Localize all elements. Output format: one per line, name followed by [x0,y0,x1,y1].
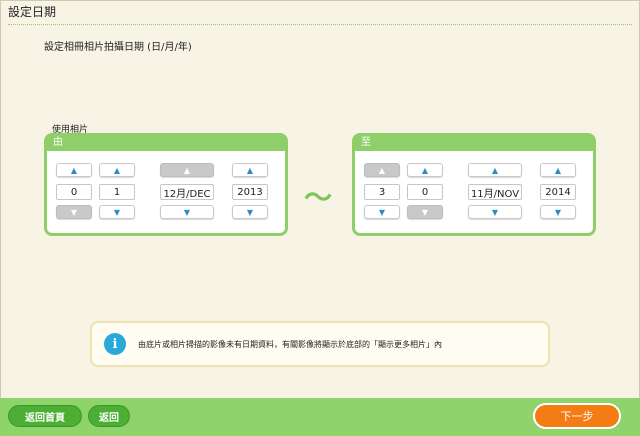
up-arrow-icon: ▲ [70,165,78,175]
to-day2-field[interactable]: 0 [407,184,443,200]
info-icon: i [104,333,126,355]
down-arrow-icon: ▼ [378,207,386,217]
up-arrow-icon: ▲ [421,165,429,175]
from-year-up-button[interactable]: ▲ [232,163,268,177]
to-year-field[interactable]: 2014 [540,184,576,200]
down-arrow-icon: ▼ [113,207,121,217]
down-arrow-icon: ▼ [246,207,254,217]
down-arrow-icon: ▼ [554,207,562,217]
from-year-field[interactable]: 2013 [232,184,268,200]
to-month-down-button[interactable]: ▼ [468,205,522,219]
from-day-field[interactable]: 0 [56,184,92,200]
down-arrow-icon: ▼ [421,207,429,217]
home-button[interactable]: 返回首頁 [8,405,82,427]
info-box: i 由底片或相片掃描的影像未有日期資料，有關影像將顯示於底部的「顯示更多相片」內 [90,321,550,367]
from-year-down-button[interactable]: ▼ [232,205,268,219]
up-arrow-icon: ▲ [183,165,191,175]
up-arrow-icon: ▲ [378,165,386,175]
to-year-down-button[interactable]: ▼ [540,205,576,219]
from-day2-field[interactable]: 1 [99,184,135,200]
down-arrow-icon: ▼ [491,207,499,217]
from-heading: 由 [47,136,285,151]
to-date-panel: 至 ▲ 3 ▼ ▲ 0 ▼ ▲ 11月/NOV ▼ ▲ 2014 ▼ [352,133,596,236]
down-arrow-icon: ▼ [70,207,78,217]
from-day2-up-button[interactable]: ▲ [99,163,135,177]
to-day2-up-button[interactable]: ▲ [407,163,443,177]
from-month-field[interactable]: 12月/DEC [160,184,214,200]
up-arrow-icon: ▲ [246,165,254,175]
to-month-up-button[interactable]: ▲ [468,163,522,177]
next-button[interactable]: 下一步 [533,403,621,429]
to-day-down-button[interactable]: ▼ [364,205,400,219]
info-text: 由底片或相片掃描的影像未有日期資料，有關影像將顯示於底部的「顯示更多相片」內 [138,340,442,349]
to-day2-down-button[interactable]: ▼ [407,205,443,219]
up-arrow-icon: ▲ [554,165,562,175]
down-arrow-icon: ▼ [183,207,191,217]
back-button[interactable]: 返回 [88,405,130,427]
from-month-down-button[interactable]: ▼ [160,205,214,219]
from-day2-down-button[interactable]: ▼ [99,205,135,219]
to-month-field[interactable]: 11月/NOV [468,184,522,200]
from-date-panel: 由 ▲ 0 ▼ ▲ 1 ▼ ▲ 12月/DEC ▼ ▲ 2013 ▼ [44,133,288,236]
up-arrow-icon: ▲ [491,165,499,175]
to-day-up-button[interactable]: ▲ [364,163,400,177]
to-year-up-button[interactable]: ▲ [540,163,576,177]
from-day-down-button[interactable]: ▼ [56,205,92,219]
footer-bar: 返回首頁 返回 下一步 [0,398,640,436]
instruction-text: 設定相冊相片拍攝日期 (日/月/年) [44,42,192,53]
up-arrow-icon: ▲ [113,165,121,175]
from-day-up-button[interactable]: ▲ [56,163,92,177]
window-title: 設定日期 [8,5,57,19]
to-heading: 至 [355,136,593,151]
range-separator: ～ [304,181,333,214]
from-month-up-button[interactable]: ▲ [160,163,214,177]
to-day-field[interactable]: 3 [364,184,400,200]
title-divider [8,24,632,25]
